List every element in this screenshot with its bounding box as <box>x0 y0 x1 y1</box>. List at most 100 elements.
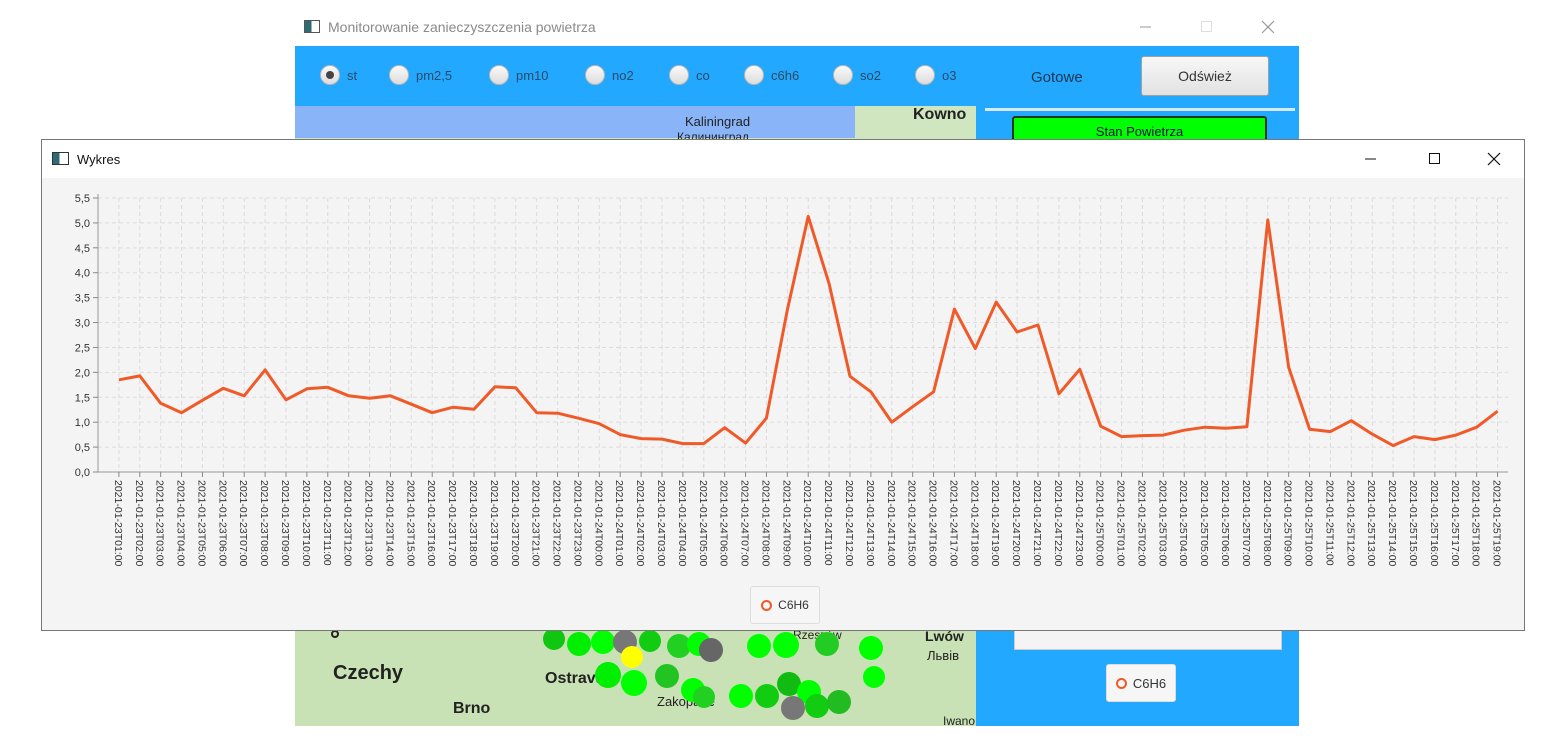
station-marker[interactable] <box>747 634 771 658</box>
x-tick-label: 2021-01-25T14:00 <box>1386 480 1398 567</box>
radio-st[interactable]: st <box>320 64 357 86</box>
x-tick-label: 2021-01-25T03:00 <box>1156 480 1168 567</box>
x-tick-label: 2021-01-25T12:00 <box>1344 480 1356 567</box>
x-tick-label: 2021-01-23T04:00 <box>175 480 187 567</box>
x-tick-label: 2021-01-25T16:00 <box>1428 480 1440 567</box>
x-tick-label: 2021-01-25T02:00 <box>1135 480 1147 567</box>
station-marker[interactable] <box>773 632 799 658</box>
x-tick-label: 2021-01-25T08:00 <box>1261 480 1273 567</box>
x-tick-label: 2021-01-24T06:00 <box>718 480 730 567</box>
x-tick-label: 2021-01-25T06:00 <box>1219 480 1231 567</box>
maximize-icon <box>1429 153 1440 164</box>
radio-label: pm2,5 <box>416 67 453 83</box>
x-tick-label: 2021-01-24T18:00 <box>968 480 980 567</box>
map-label-lviv: Львів <box>927 648 960 663</box>
x-tick-label: 2021-01-25T15:00 <box>1407 480 1419 567</box>
station-marker[interactable] <box>781 696 805 720</box>
main-titlebar: Monitorowanie zanieczyszczenia powietrza <box>295 8 1299 46</box>
radio-o3[interactable]: o3 <box>915 64 956 86</box>
radio-pm10[interactable]: pm10 <box>489 64 549 86</box>
x-tick-label: 2021-01-23T23:00 <box>571 480 583 567</box>
station-marker[interactable] <box>815 632 839 656</box>
station-marker[interactable] <box>755 684 779 708</box>
radio-dot[interactable] <box>669 65 689 85</box>
x-tick-label: 2021-01-24T21:00 <box>1031 480 1043 567</box>
map-label-kowno: Kowno <box>913 106 967 123</box>
x-tick-label: 2021-01-24T22:00 <box>1052 480 1064 567</box>
station-marker[interactable] <box>863 666 885 688</box>
x-tick-label: 2021-01-24T04:00 <box>676 480 688 567</box>
radio-label: c6h6 <box>771 67 800 83</box>
station-marker[interactable] <box>729 684 753 708</box>
x-tick-label: 2021-01-24T19:00 <box>989 480 1001 567</box>
chart-legend-label: C6H6 <box>778 598 809 612</box>
station-marker[interactable] <box>591 630 615 654</box>
main-close-button[interactable] <box>1245 8 1291 46</box>
y-tick-label: 2,0 <box>75 367 90 379</box>
y-tick-label: 0,0 <box>75 467 90 479</box>
chart-minimize-button[interactable] <box>1348 140 1394 178</box>
radio-co[interactable]: co <box>669 64 710 86</box>
y-axis-ticks: 0,0 0,5 1,0 1,5 2,0 2,5 3,0 3,5 4,0 4,5 5,0 5,5 <box>75 193 98 479</box>
station-marker[interactable] <box>595 662 621 688</box>
radio-dot[interactable] <box>744 65 764 85</box>
x-tick-label: 2021-01-24T05:00 <box>697 480 709 567</box>
radio-no2[interactable]: no2 <box>585 64 634 86</box>
radio-dot[interactable] <box>915 65 935 85</box>
map-label-iwano: Iwano <box>943 714 976 726</box>
main-minimize-button[interactable] <box>1123 8 1169 46</box>
x-tick-label: 2021-01-25T11:00 <box>1323 480 1335 566</box>
main-window-title: Monitorowanie zanieczyszczenia powietrza <box>328 19 596 35</box>
refresh-button[interactable]: Odśwież <box>1141 56 1269 96</box>
station-marker[interactable] <box>805 694 829 718</box>
x-tick-label: 2021-01-23T07:00 <box>237 480 249 567</box>
x-tick-label: 2021-01-23T18:00 <box>467 480 479 567</box>
station-marker[interactable] <box>655 664 679 688</box>
radio-dot[interactable] <box>389 65 409 85</box>
station-marker[interactable] <box>621 670 647 696</box>
chart-titlebar: Wykres <box>42 140 1524 178</box>
map-label-brno: Brno <box>453 700 491 717</box>
map-label-kaliningrad: Kaliningrad <box>685 114 751 129</box>
x-tick-label: 2021-01-24T02:00 <box>634 480 646 567</box>
legend-marker-icon <box>1115 677 1127 689</box>
y-tick-label: 5,0 <box>75 218 90 230</box>
x-tick-label: 2021-01-23T20:00 <box>509 480 521 567</box>
radio-so2[interactable]: so2 <box>833 64 881 86</box>
x-tick-label: 2021-01-25T17:00 <box>1449 480 1461 567</box>
station-marker[interactable] <box>567 632 591 656</box>
minimize-icon <box>1365 158 1376 160</box>
station-marker[interactable] <box>859 636 883 660</box>
y-tick-label: 4,5 <box>75 243 90 255</box>
radio-label: pm10 <box>516 67 549 83</box>
station-marker[interactable] <box>699 638 723 662</box>
main-maximize-button[interactable] <box>1184 8 1230 46</box>
x-tick-label: 2021-01-23T21:00 <box>530 480 542 567</box>
x-tick-label: 2021-01-24T07:00 <box>739 480 751 567</box>
radio-dot[interactable] <box>585 65 605 85</box>
radio-label: st <box>347 67 358 83</box>
radio-pm2-5[interactable]: pm2,5 <box>389 64 452 86</box>
x-tick-label: 2021-01-24T03:00 <box>655 480 667 567</box>
station-marker[interactable] <box>621 646 643 668</box>
chart-window: Wykres 0,0 0,5 1,0 1,5 2,0 2,5 3,0 3,5 4,0 4,5 5,0… <box>41 139 1525 631</box>
y-tick-label: 0,5 <box>75 442 90 454</box>
radio-dot[interactable] <box>489 65 509 85</box>
station-marker[interactable] <box>543 628 565 650</box>
x-tick-label: 2021-01-24T12:00 <box>843 480 855 567</box>
radio-dot[interactable] <box>833 65 853 85</box>
x-tick-label: 2021-01-25T04:00 <box>1177 480 1189 567</box>
chart-close-button[interactable] <box>1471 140 1517 178</box>
station-marker[interactable] <box>693 686 715 708</box>
radio-label: no2 <box>612 67 634 83</box>
station-marker[interactable] <box>827 690 851 714</box>
chart-maximize-button[interactable] <box>1412 140 1458 178</box>
map-sea <box>295 106 855 138</box>
x-tick-label: 2021-01-25T09:00 <box>1282 480 1294 567</box>
x-tick-label: 2021-01-24T08:00 <box>759 480 771 567</box>
radio-dot[interactable] <box>320 65 340 85</box>
x-tick-label: 2021-01-23T19:00 <box>488 480 500 567</box>
pollutant-toolbar: st pm2,5 pm10 no2 co c6h6 so2 o3 Gotowe … <box>295 46 1299 106</box>
radio-c6h6[interactable]: c6h6 <box>744 64 799 86</box>
station-marker[interactable] <box>639 630 661 652</box>
